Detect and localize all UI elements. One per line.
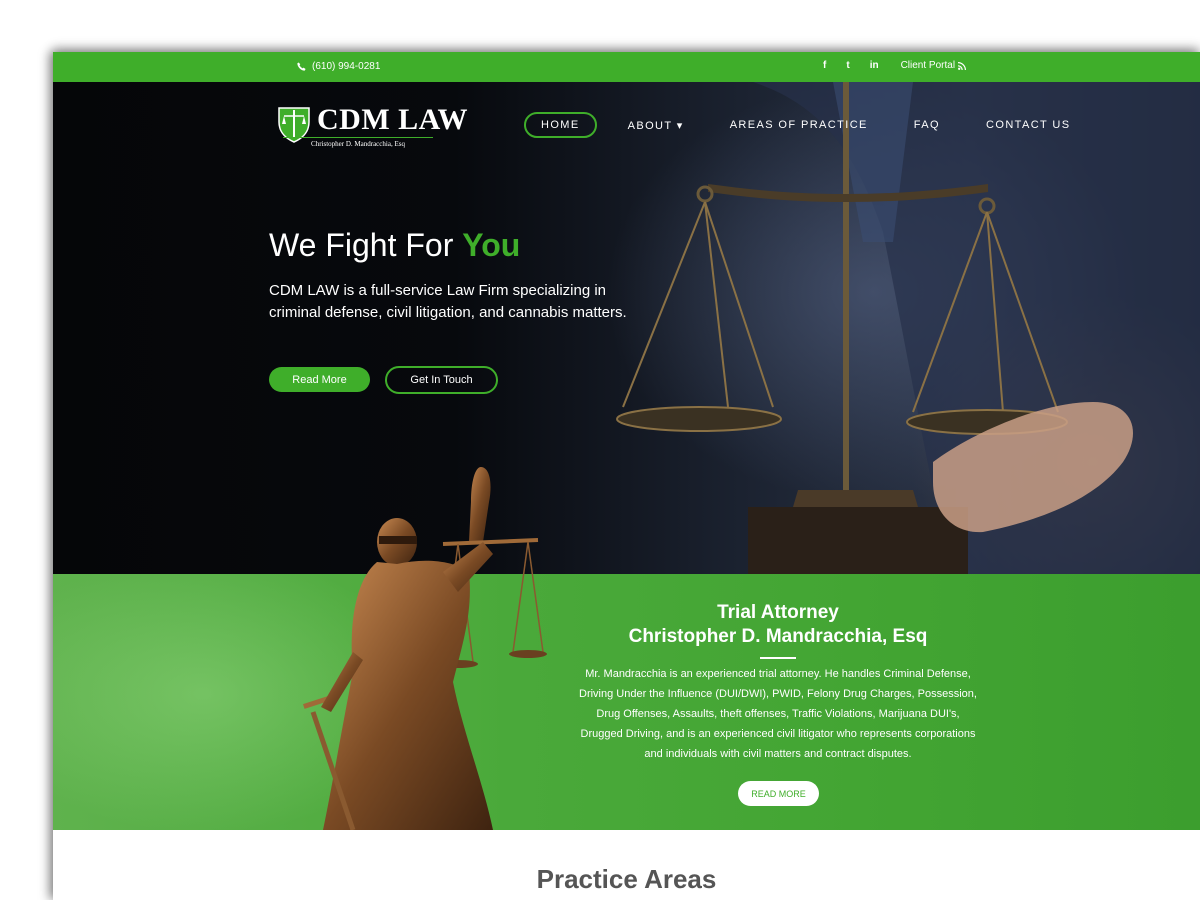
lady-justice-statue-image bbox=[303, 467, 547, 830]
social-links: f t in Client Portal bbox=[823, 60, 967, 72]
main-nav: HOME ABOUT ▾ AREAS OF PRACTICE FAQ CONTA… bbox=[524, 112, 1086, 138]
phone-number: (610) 994-0281 bbox=[312, 61, 381, 72]
logo-tagline: Christopher D. Mandracchia, Esq bbox=[283, 137, 433, 148]
hero-headline-pre: We Fight For bbox=[269, 227, 454, 263]
attorney-bio: Mr. Mandracchia is an experienced trial … bbox=[579, 668, 977, 760]
hero-intro: CDM LAW is a full-service Law Firm speci… bbox=[269, 282, 627, 321]
attorney-section: Trial Attorney Christopher D. Mandracchi… bbox=[53, 574, 1200, 830]
attorney-title-line1: Trial Attorney bbox=[717, 602, 839, 623]
nav-item-about[interactable]: ABOUT ▾ bbox=[613, 114, 699, 137]
nav-item-home[interactable]: HOME bbox=[524, 112, 597, 138]
client-portal-label: Client Portal bbox=[900, 60, 956, 71]
hero-section: CDM LAW Christopher D. Mandracchia, Esq … bbox=[53, 82, 1200, 574]
title-divider bbox=[760, 657, 796, 659]
rss-icon bbox=[958, 62, 967, 70]
scales-of-justice-image bbox=[616, 82, 1200, 574]
logo-name: CDM LAW bbox=[317, 103, 468, 136]
hero-headline: We Fight For You bbox=[269, 227, 520, 264]
client-portal-link[interactable]: Client Portal bbox=[900, 60, 967, 72]
phone-icon bbox=[297, 62, 306, 71]
get-in-touch-button[interactable]: Get In Touch bbox=[385, 366, 498, 394]
nav-item-contact-us[interactable]: CONTACT US bbox=[971, 114, 1086, 136]
cdm-law-logo[interactable]: CDM LAW Christopher D. Mandracchia, Esq bbox=[277, 104, 468, 148]
phone-link[interactable]: (610) 994-0281 bbox=[297, 61, 380, 72]
read-more-button[interactable]: Read More bbox=[269, 367, 370, 392]
facebook-icon[interactable]: f bbox=[823, 60, 826, 72]
hero-headline-accent: You bbox=[462, 227, 521, 263]
attorney-title-line2: Christopher D. Mandracchia, Esq bbox=[628, 626, 928, 647]
attorney-read-more-button[interactable]: READ MORE bbox=[738, 781, 819, 806]
twitter-icon[interactable]: t bbox=[846, 60, 849, 72]
website-frame: (610) 994-0281 f t in Client Portal CDM … bbox=[53, 52, 1200, 900]
linkedin-icon[interactable]: in bbox=[870, 60, 879, 72]
top-bar: (610) 994-0281 f t in Client Portal bbox=[53, 52, 1200, 82]
practice-areas-heading: Practice Areas bbox=[536, 864, 717, 894]
nav-item-faq[interactable]: FAQ bbox=[899, 114, 955, 136]
nav-item-areas-of-practice[interactable]: AREAS OF PRACTICE bbox=[715, 114, 883, 136]
